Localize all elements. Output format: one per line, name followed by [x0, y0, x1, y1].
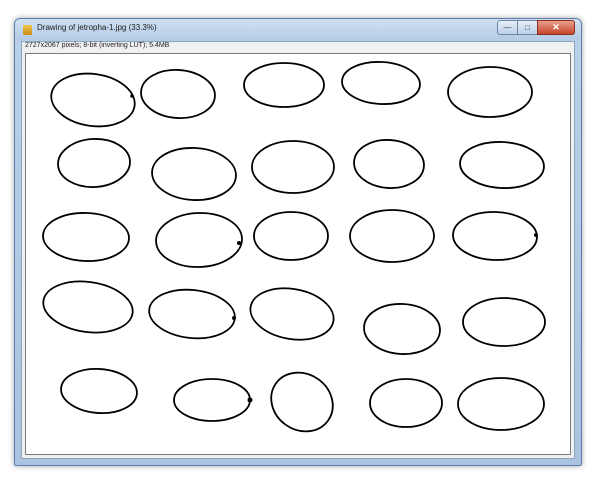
close-icon: ✕ — [552, 22, 560, 32]
imagej-app-icon — [23, 25, 32, 35]
seed-outline — [253, 211, 329, 261]
seed-outline — [270, 371, 334, 433]
seed-outline — [50, 72, 136, 128]
seed-tip — [534, 233, 538, 237]
window-content: 2727x2067 pixels; 8-bit (inverting LUT);… — [21, 41, 575, 459]
minimize-icon: — — [503, 23, 512, 32]
close-button[interactable]: ✕ — [537, 20, 575, 35]
image-canvas[interactable] — [25, 53, 571, 455]
seed-outline — [349, 209, 435, 263]
window-title: Drawing of jetropha-1.jpg (33.3%) — [37, 23, 157, 32]
seed-tip — [247, 397, 253, 403]
window-controls: — □ ✕ — [497, 20, 575, 36]
seed-outline — [452, 211, 538, 261]
seed-outline — [155, 212, 243, 268]
seed-outline — [251, 140, 335, 194]
seed-outline — [457, 377, 545, 431]
seed-outline — [243, 62, 325, 108]
seed-outline — [369, 378, 443, 428]
minimize-button[interactable]: — — [497, 20, 518, 35]
seed-outline — [173, 378, 251, 422]
image-window: Drawing of jetropha-1.jpg (33.3%) — □ ✕ … — [14, 18, 582, 466]
seed-outline — [249, 287, 335, 341]
seed-outline — [151, 147, 237, 201]
seed-outline — [363, 303, 441, 355]
seed-outline — [341, 61, 421, 105]
seed-outline — [148, 288, 236, 340]
maximize-icon: □ — [525, 23, 530, 32]
seed-outline — [140, 69, 216, 119]
seed-tip — [130, 94, 134, 98]
title-bar[interactable]: Drawing of jetropha-1.jpg (33.3%) — □ ✕ — [15, 19, 581, 41]
maximize-button[interactable]: □ — [517, 20, 538, 35]
seed-outline — [462, 297, 546, 347]
seed-outline — [353, 139, 425, 189]
seed-outline — [42, 212, 130, 262]
seed-tip — [232, 316, 236, 320]
seed-tip — [237, 241, 241, 245]
seed-outline — [42, 280, 134, 334]
seed-outline — [459, 141, 545, 189]
seed-outline — [447, 66, 533, 118]
seed-outline — [60, 367, 138, 415]
image-info-bar: 2727x2067 pixels; 8-bit (inverting LUT);… — [25, 42, 170, 49]
seed-outline — [57, 138, 131, 188]
seed-drawing — [42, 61, 546, 433]
